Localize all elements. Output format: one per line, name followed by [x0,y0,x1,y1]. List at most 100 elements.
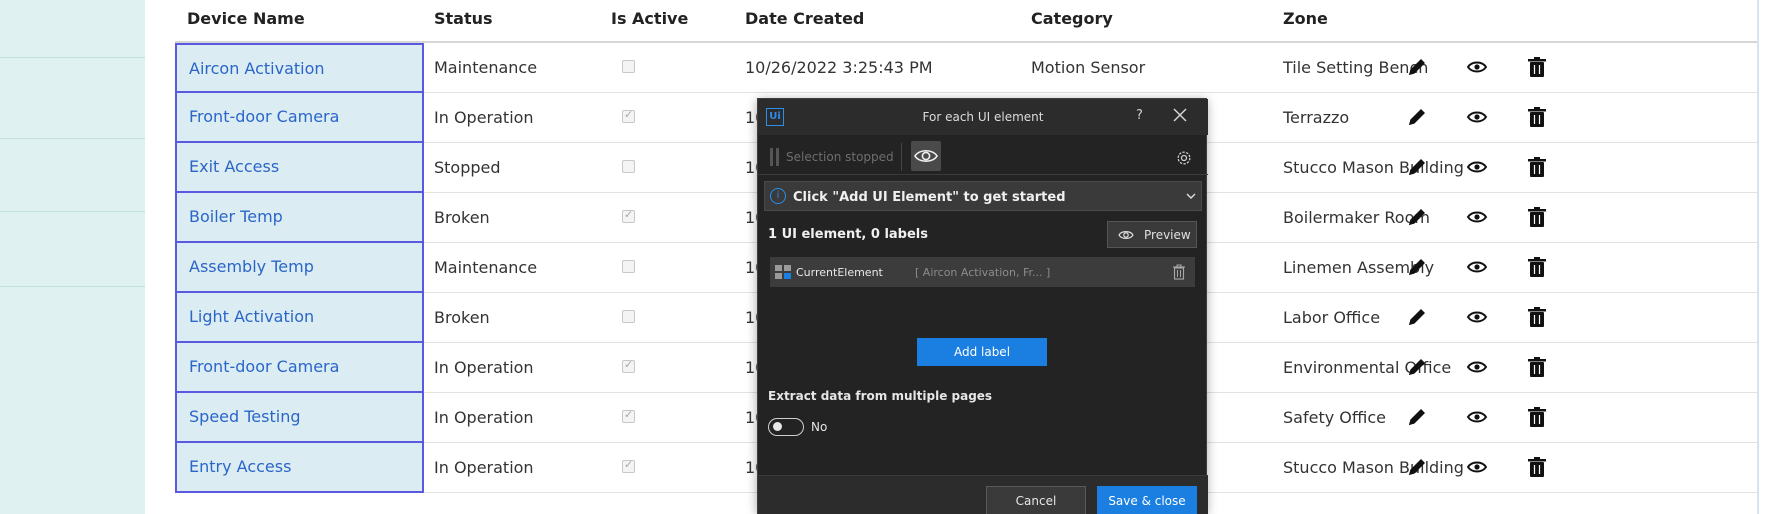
save-and-close-button[interactable]: Save & close [1097,486,1197,514]
device-name-cell[interactable]: Front-door Camera [175,93,424,143]
toggle-state-label: No [811,420,828,434]
column-header-status[interactable]: Status [434,9,493,28]
info-banner[interactable]: i Click "Add UI Element" to get started [764,181,1202,211]
eye-icon [1118,231,1134,239]
view-icon[interactable] [1465,155,1489,179]
device-name-link[interactable]: Light Activation [189,307,314,326]
left-divider [0,57,145,58]
device-name-cell[interactable]: Assembly Temp [175,243,424,293]
view-icon[interactable] [1465,255,1489,279]
view-icon[interactable] [1465,405,1489,429]
extract-multiple-pages-toggle[interactable] [768,418,804,436]
device-name-link[interactable]: Exit Access [189,157,279,176]
edit-icon[interactable] [1405,455,1429,479]
column-header-zone[interactable]: Zone [1283,9,1328,28]
column-header-device-name[interactable]: Device Name [187,9,305,28]
scrollbar[interactable] [1757,0,1772,514]
delete-icon[interactable] [1525,455,1549,479]
device-name-cell[interactable]: Aircon Activation [175,43,424,93]
element-count: 1 UI element, 0 labels [768,227,928,242]
delete-icon[interactable] [1525,255,1549,279]
delete-icon[interactable] [1525,305,1549,329]
view-icon[interactable] [1465,455,1489,479]
device-name-cell[interactable]: Boiler Temp [175,193,424,243]
zone-cell: Stucco Mason Building [1283,158,1464,177]
delete-icon[interactable] [1525,405,1549,429]
status-cell: In Operation [434,108,534,127]
preview-button[interactable]: Preview [1107,221,1197,248]
device-name-cell[interactable]: Light Activation [175,293,424,343]
column-header-date-created[interactable]: Date Created [745,9,864,28]
selection-status: Selection stopped [786,150,894,164]
device-name-cell[interactable]: Front-door Camera [175,343,424,393]
status-cell: Broken [434,308,490,327]
dialog-toolbar: Selection stopped [758,135,1208,175]
edit-icon[interactable] [1405,205,1429,229]
preview-label: Preview [1144,228,1191,242]
is-active-checkbox [622,458,635,473]
help-button[interactable]: ? [1136,108,1143,123]
view-icon[interactable] [1465,305,1489,329]
device-name-cell[interactable]: Exit Access [175,143,424,193]
is-active-checkbox [622,310,635,323]
edit-icon[interactable] [1405,355,1429,379]
status-cell: Maintenance [434,258,538,277]
edit-icon[interactable] [1405,255,1429,279]
view-icon[interactable] [1465,205,1489,229]
highlight-toggle-button[interactable] [911,141,941,171]
ui-element-description: [ Aircon Activation, Fr... ] [915,266,1051,279]
device-name-link[interactable]: Front-door Camera [189,357,339,376]
edit-icon[interactable] [1405,105,1429,129]
edit-icon[interactable] [1405,55,1429,79]
delete-icon[interactable] [1525,105,1549,129]
device-name-cell[interactable]: Entry Access [175,443,424,493]
is-active-checkbox [622,108,635,123]
delete-icon[interactable] [1172,264,1186,280]
edit-icon[interactable] [1405,155,1429,179]
dialog-title-bar[interactable]: Ui For each UI element ? [758,99,1208,135]
toggle-knob [773,422,782,431]
status-cell: Stopped [434,158,501,177]
delete-icon[interactable] [1525,155,1549,179]
device-name-link[interactable]: Speed Testing [189,407,301,426]
column-header-category[interactable]: Category [1031,9,1113,28]
is-active-checkbox [622,260,635,273]
status-cell: Broken [434,208,490,227]
delete-icon[interactable] [1525,205,1549,229]
page: Device Name Status Is Active Date Create… [0,0,1772,514]
pause-icon[interactable] [770,148,780,166]
device-name-link[interactable]: Aircon Activation [189,59,325,78]
dialog-footer: Cancel Save & close [758,475,1208,514]
view-icon[interactable] [1465,355,1489,379]
category-cell: Motion Sensor [1031,58,1146,77]
close-icon[interactable] [1172,107,1188,123]
left-divider [0,286,145,287]
device-name-link[interactable]: Entry Access [189,457,291,476]
device-name-cell[interactable]: Speed Testing [175,393,424,443]
add-label-button[interactable]: Add label [917,338,1047,366]
device-name-link[interactable]: Boiler Temp [189,207,283,226]
left-divider [0,211,145,212]
chevron-down-icon[interactable] [1185,190,1197,202]
status-cell: In Operation [434,408,534,427]
device-name-link[interactable]: Front-door Camera [189,107,339,126]
cancel-button[interactable]: Cancel [986,486,1086,514]
column-header-is-active[interactable]: Is Active [611,9,688,28]
is-active-checkbox [622,208,635,223]
is-active-checkbox [622,408,635,423]
table-row[interactable]: Aircon Activation Maintenance 10/26/2022 3… [175,43,1757,93]
status-cell: In Operation [434,458,534,477]
device-name-link[interactable]: Assembly Temp [189,257,314,276]
view-icon[interactable] [1465,105,1489,129]
delete-icon[interactable] [1525,55,1549,79]
is-active-checkbox [622,60,635,73]
view-icon[interactable] [1465,55,1489,79]
left-panel [0,0,145,514]
edit-icon[interactable] [1405,405,1429,429]
delete-icon[interactable] [1525,355,1549,379]
status-cell: In Operation [434,358,534,377]
zone-cell: Labor Office [1283,308,1381,327]
gear-icon[interactable] [1175,149,1193,167]
ui-element-row[interactable]: CurrentElement [ Aircon Activation, Fr..… [770,257,1195,287]
edit-icon[interactable] [1405,305,1429,329]
